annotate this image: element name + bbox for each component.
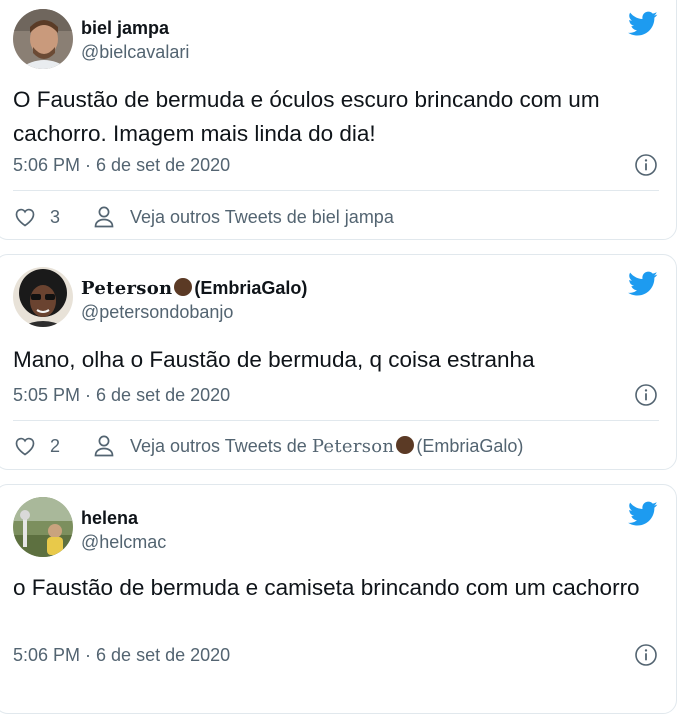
- avatar[interactable]: [13, 9, 73, 69]
- person-icon: [94, 435, 114, 457]
- raised-fist-icon: [174, 278, 193, 296]
- tweet-text: O Faustão de bermuda e óculos escuro bri…: [13, 87, 600, 146]
- like-count[interactable]: 3: [50, 207, 60, 228]
- more-tweets-link[interactable]: Veja outros Tweets de biel jampa: [130, 207, 394, 228]
- tweet-timestamp[interactable]: 5:05 PM · 6 de set de 2020: [13, 385, 230, 406]
- info-icon[interactable]: [634, 153, 658, 177]
- tweet-timestamp[interactable]: 5:06 PM · 6 de set de 2020: [13, 155, 230, 176]
- divider: [13, 190, 659, 191]
- tweet-actions: 2 Veja outros Tweets de Peterson (EmbriaG…: [13, 433, 653, 459]
- tweet-actions: 3 Veja outros Tweets de biel jampa: [13, 204, 653, 230]
- tweet-text: Mano, olha o Faustão de bermuda, q coisa…: [13, 347, 535, 372]
- author-name-part: Peterson: [81, 278, 173, 299]
- tweet-card[interactable]: Peterson (EmbriaGalo) @petersondobanjo Ma…: [0, 254, 677, 470]
- author-name[interactable]: Peterson (EmbriaGalo): [81, 278, 307, 299]
- heart-icon[interactable]: [13, 205, 37, 229]
- twitter-bird-icon[interactable]: [628, 11, 658, 37]
- tweet-card[interactable]: helena @helcmac o Faustão de bermuda e c…: [0, 484, 677, 714]
- author-name[interactable]: biel jampa: [81, 18, 169, 39]
- more-tweets-prefix: Veja outros Tweets de: [130, 436, 307, 456]
- more-tweets-suffix: (EmbriaGalo): [416, 436, 524, 456]
- avatar[interactable]: [13, 497, 73, 557]
- avatar[interactable]: [13, 267, 73, 327]
- author-name[interactable]: helena: [81, 508, 138, 529]
- author-name-part: (EmbriaGalo): [194, 278, 308, 298]
- heart-icon[interactable]: [13, 434, 37, 458]
- tweet-timestamp[interactable]: 5:06 PM · 6 de set de 2020: [13, 645, 230, 666]
- more-tweets-name: Peterson: [311, 436, 395, 457]
- twitter-bird-icon[interactable]: [628, 271, 658, 297]
- raised-fist-icon: [396, 436, 415, 454]
- author-handle[interactable]: @bielcavalari: [81, 42, 189, 63]
- tweet-text: o Faustão de bermuda e camiseta brincand…: [13, 575, 640, 600]
- like-count[interactable]: 2: [50, 436, 60, 457]
- tweet-card[interactable]: biel jampa @bielcavalari O Faustão de be…: [0, 0, 677, 240]
- person-icon: [94, 206, 114, 228]
- twitter-bird-icon[interactable]: [628, 501, 658, 527]
- more-tweets-link[interactable]: Veja outros Tweets de Peterson (EmbriaGal…: [130, 436, 523, 457]
- info-icon[interactable]: [634, 383, 658, 407]
- author-handle[interactable]: @helcmac: [81, 532, 166, 553]
- info-icon[interactable]: [634, 643, 658, 667]
- author-handle[interactable]: @petersondobanjo: [81, 302, 233, 323]
- divider: [13, 420, 659, 421]
